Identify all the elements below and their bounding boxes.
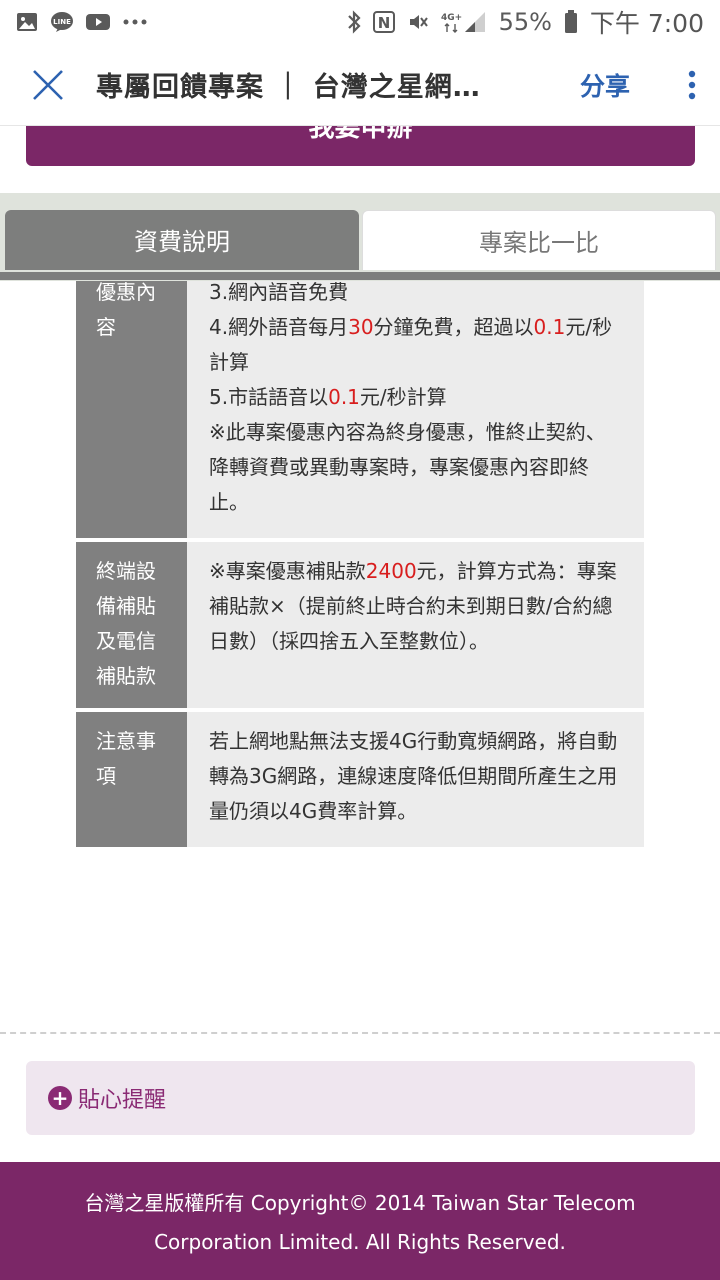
list-item: 5.市話語音以0.1元/秒計算: [209, 380, 624, 415]
row-content: 若上網地點無法支援4G行動寬頻網路，將自動轉為3G網路，連線速度降低但期間所產生…: [187, 712, 644, 847]
rich-text: ※專案優惠補貼款2400元，計算方式為：專案補貼款×（提前終止時合約未到期日數/…: [209, 559, 617, 653]
copyright-line-1: 台灣之星版權所有 Copyright© 2014 Taiwan Star Tel…: [84, 1191, 636, 1215]
rich-text: 4.網外語音每月30分鐘免費，超過以0.1元/秒計算: [209, 315, 613, 374]
svg-text:N: N: [377, 14, 390, 32]
reminder-toggle[interactable]: + 貼心提醒: [26, 1061, 695, 1135]
table-row: 終端設備補貼及電信補貼款 ※專案優惠補貼款2400元，計算方式為：專案補貼款×（…: [76, 542, 644, 708]
svg-text:LINE: LINE: [53, 18, 71, 26]
reminder-label: 貼心提醒: [78, 1088, 167, 1113]
highlight-number: 2400: [365, 559, 417, 583]
copyright-line-2: Corporation Limited. All Rights Reserved…: [154, 1230, 566, 1254]
app-bar: 專屬回饋專案 ｜ 台灣之星網… 分享: [0, 44, 720, 126]
plan-table: 優惠內容 3.網內語音免費 4.網外語音每月30分鐘免費，超過以0.1元/秒計算…: [76, 281, 644, 851]
close-icon: [33, 69, 63, 100]
rich-text: 5.市話語音以0.1元/秒計算: [209, 385, 447, 409]
line-icon: LINE: [50, 11, 74, 33]
plus-circle-icon: +: [48, 1086, 72, 1110]
youtube-icon: [86, 13, 110, 31]
page-title: 專屬回饋專案 ｜ 台灣之星網…: [96, 72, 481, 103]
tab-plan-compare[interactable]: 專案比一比: [362, 210, 716, 270]
bluetooth-icon: [347, 10, 361, 34]
row-content: ※專案優惠補貼款2400元，計算方式為：專案補貼款×（提前終止時合約未到期日數/…: [187, 542, 644, 708]
list-item: 3.網內語音免費: [209, 281, 349, 304]
highlight-number: 30: [348, 315, 374, 339]
plan-details-panel: 優惠內容 3.網內語音免費 4.網外語音每月30分鐘免費，超過以0.1元/秒計算…: [0, 281, 720, 851]
list-item: 4.網外語音每月30分鐘免費，超過以0.1元/秒計算: [209, 310, 624, 380]
row-header: 注意事項: [76, 712, 187, 847]
nfc-icon: N: [372, 11, 395, 33]
close-button[interactable]: [0, 44, 96, 126]
clock: 下午 7:00: [589, 9, 704, 38]
row-header: 終端設備補貼及電信補貼款: [76, 542, 187, 708]
table-row: 優惠內容 3.網內語音免費 4.網外語音每月30分鐘免費，超過以0.1元/秒計算…: [76, 281, 644, 538]
tab-plan-details[interactable]: 資費說明: [5, 210, 359, 270]
gallery-icon: [16, 12, 38, 32]
more-dots-icon: [122, 18, 148, 26]
row-content: 3.網內語音免費 4.網外語音每月30分鐘免費，超過以0.1元/秒計算 5.市話…: [187, 281, 644, 538]
battery-percent: 55%: [498, 8, 552, 36]
list-item: ※此專案優惠內容為終身優惠，惟終止契約、降轉資費或異動專案時，專案優惠內容即終止…: [209, 420, 606, 514]
footer: 台灣之星版權所有 Copyright© 2014 Taiwan Star Tel…: [0, 1162, 720, 1280]
battery-icon: [564, 10, 578, 34]
tab-underline: [0, 272, 720, 280]
signal-icon: 4G+: [441, 10, 487, 34]
share-button[interactable]: 分享: [560, 67, 664, 103]
table-row: 注意事項 若上網地點無法支援4G行動寬頻網路，將自動轉為3G網路，連線速度降低但…: [76, 712, 644, 847]
status-bar: LINE N 4G+ 55% 下午 7:00: [0, 0, 720, 44]
net-type-label: 4G+: [441, 13, 462, 23]
mute-icon: [407, 11, 429, 33]
more-options-button[interactable]: [664, 44, 720, 126]
more-vertical-icon: [688, 70, 696, 99]
tab-bar: 資費說明 專案比一比: [0, 193, 720, 281]
highlight-number: 0.1: [328, 385, 360, 409]
highlight-number: 0.1: [533, 315, 566, 339]
divider: [0, 1032, 720, 1034]
row-header: 優惠內容: [76, 281, 187, 538]
